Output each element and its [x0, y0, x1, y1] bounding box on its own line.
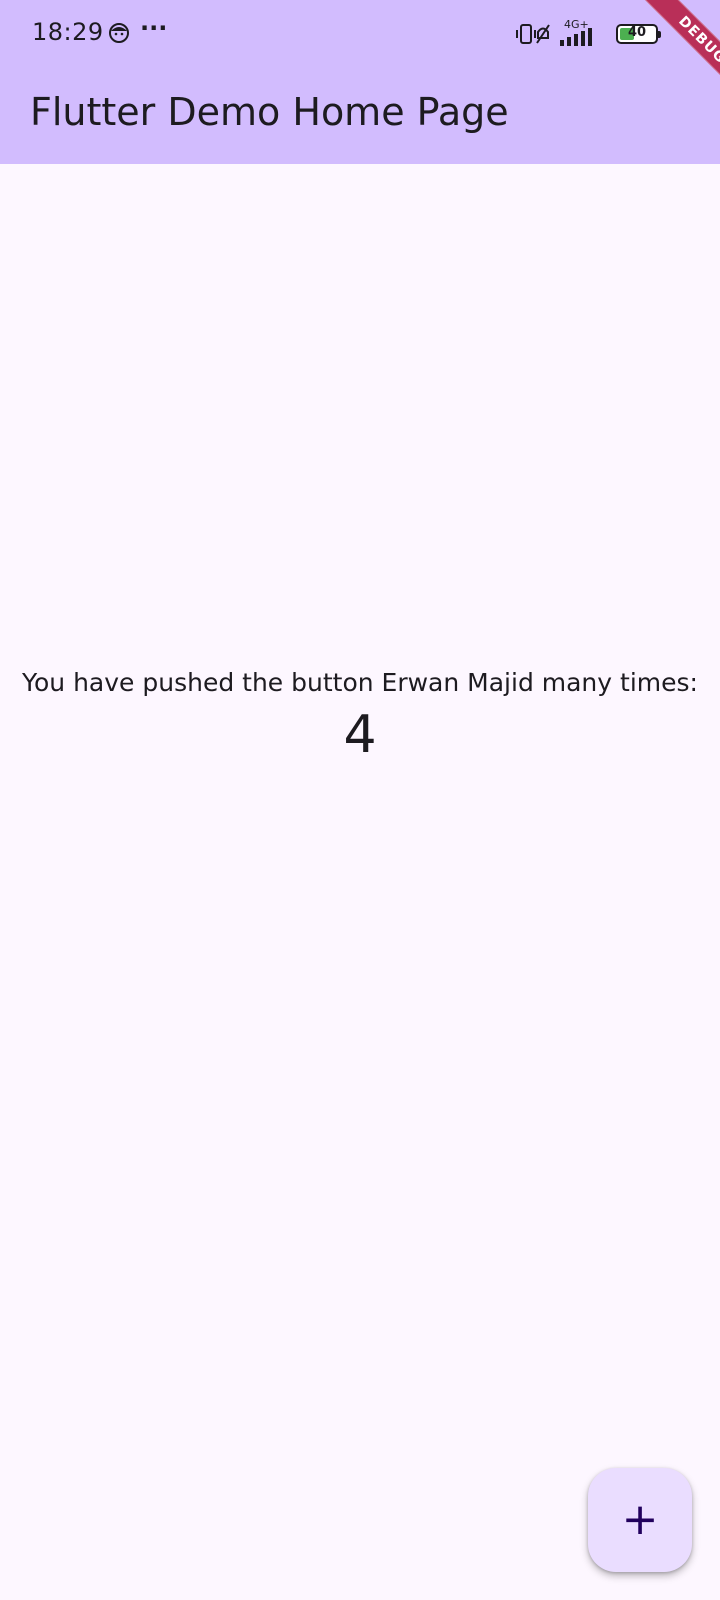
vibrate-icon	[516, 24, 536, 44]
status-time: 18:29	[32, 18, 104, 46]
battery-icon: 40	[616, 24, 661, 44]
add-icon: +	[621, 1494, 659, 1545]
mute-icon	[536, 24, 550, 44]
battery-tip	[658, 31, 661, 38]
face-icon	[109, 23, 129, 43]
counter-block: You have pushed the button Erwan Majid m…	[0, 668, 720, 765]
status-bar: 18:29 ··· 4G+ 40	[0, 0, 720, 70]
increment-button[interactable]: +	[588, 1468, 692, 1572]
counter-value: 4	[343, 705, 377, 765]
counter-label: You have pushed the button Erwan Majid m…	[22, 668, 698, 697]
battery-level: 40	[627, 25, 647, 40]
page-title: Flutter Demo Home Page	[30, 90, 509, 134]
more-icon: ···	[140, 14, 168, 42]
body	[0, 164, 720, 1600]
app-bar: Flutter Demo Home Page	[0, 70, 720, 164]
signal-icon	[560, 28, 592, 46]
